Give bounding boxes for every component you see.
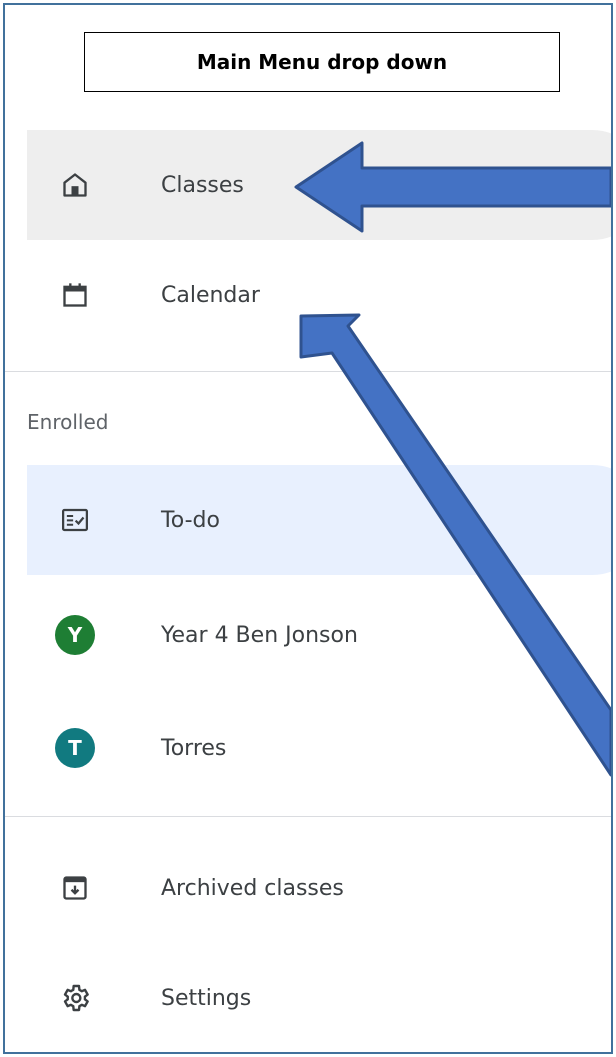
class-avatar: Y (55, 615, 95, 655)
home-icon (55, 165, 95, 205)
calendar-icon (55, 275, 95, 315)
menu-item-label: Classes (161, 172, 244, 198)
menu-item-todo[interactable]: To-do (27, 465, 611, 575)
divider (5, 816, 611, 817)
menu-item-settings[interactable]: Settings (27, 943, 611, 1052)
section-label-enrolled: Enrolled (27, 410, 109, 434)
menu-item-label: Archived classes (161, 875, 344, 901)
menu-item-label: To-do (161, 507, 220, 533)
menu-item-class-torres[interactable]: T Torres (27, 693, 611, 803)
avatar: Y (55, 615, 95, 655)
menu-item-label: Year 4 Ben Jonson (161, 622, 358, 648)
menu-item-class-year4[interactable]: Y Year 4 Ben Jonson (27, 580, 611, 690)
menu-item-label: Torres (161, 735, 227, 761)
screenshot-frame: Main Menu drop down Classes Calendar Enr… (3, 3, 613, 1054)
menu-item-label: Calendar (161, 282, 260, 308)
menu-item-calendar[interactable]: Calendar (27, 240, 611, 350)
archive-icon (55, 868, 95, 908)
menu-item-classes[interactable]: Classes (27, 130, 611, 240)
avatar: T (55, 728, 95, 768)
class-avatar: T (55, 728, 95, 768)
menu-item-label: Settings (161, 985, 252, 1011)
todo-icon (55, 500, 95, 540)
divider (5, 371, 611, 372)
gear-icon (55, 978, 95, 1018)
menu-item-archived-classes[interactable]: Archived classes (27, 833, 611, 943)
annotation-title: Main Menu drop down (84, 32, 560, 92)
